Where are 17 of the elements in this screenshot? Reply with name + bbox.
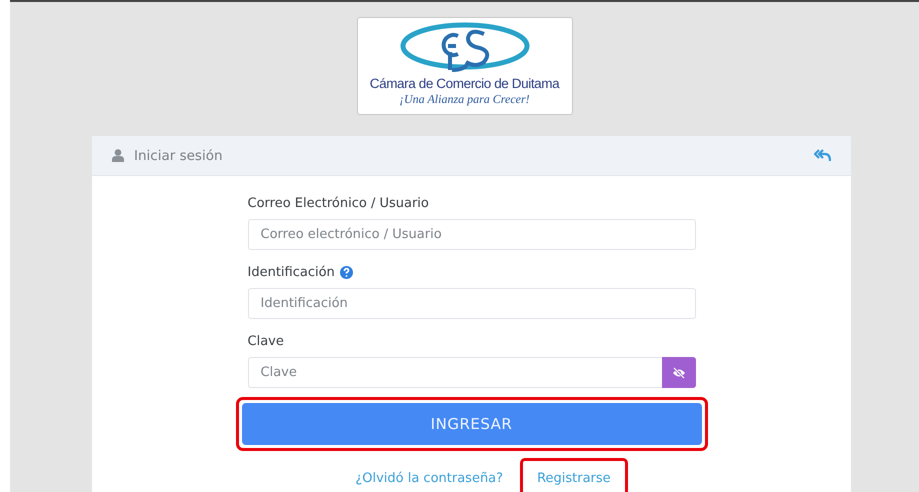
organization-name: Cámara de Comercio de Duitama bbox=[370, 76, 560, 91]
input-field[interactable]: Identificación bbox=[248, 288, 696, 319]
input-field[interactable]: Correo electrónico / Usuario bbox=[248, 219, 696, 250]
help-icon[interactable] bbox=[340, 266, 353, 279]
back-arrows-icon[interactable] bbox=[814, 149, 831, 162]
card-title: Iniciar sesión bbox=[134, 148, 224, 164]
field-label: Correo Electrónico / Usuario bbox=[248, 196, 429, 211]
toggle-visibility-button[interactable] bbox=[662, 357, 696, 388]
user-icon bbox=[112, 149, 124, 162]
eye-slash-icon bbox=[672, 366, 686, 378]
text-link[interactable]: ¿Olvidó la contraseña? bbox=[338, 458, 520, 492]
field-label: Identificación bbox=[248, 265, 335, 280]
text-link[interactable]: Registrarse bbox=[520, 458, 628, 492]
field-label: Clave bbox=[248, 334, 284, 349]
login-button[interactable]: INGRESAR bbox=[242, 403, 702, 445]
slogan: ¡Una Alianza para Crecer! bbox=[399, 92, 530, 107]
password-field[interactable]: Clave bbox=[248, 357, 662, 388]
